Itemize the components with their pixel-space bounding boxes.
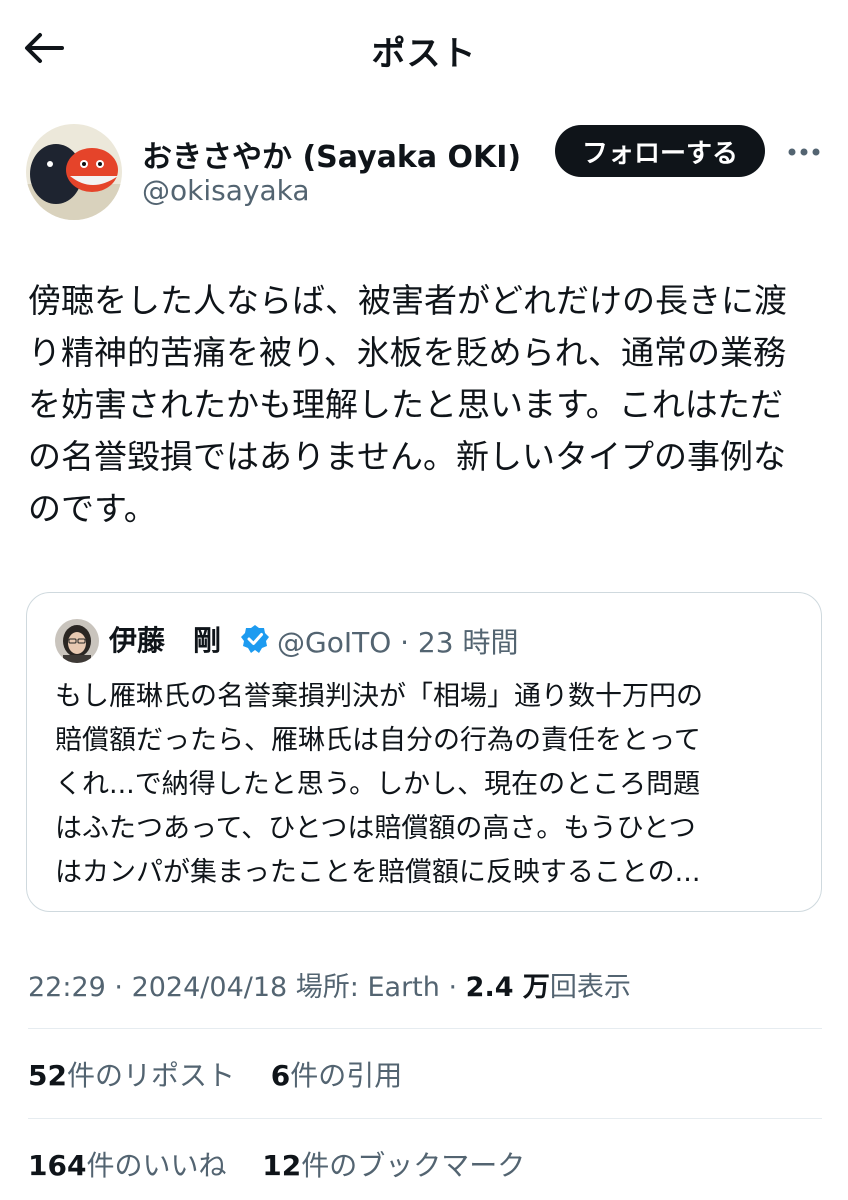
quote-author-name: 伊藤 剛 (109, 624, 222, 657)
top-bar: ポスト (0, 0, 848, 100)
quotes-count: 6 (270, 1059, 291, 1092)
author-name[interactable]: おきさやか (Sayaka OKI) (142, 132, 521, 176)
post-line: 傍聴をした人ならば、被害者がどれだけの長きに渡 (28, 281, 787, 320)
reposts-link[interactable]: 52件のリポスト (28, 1059, 235, 1092)
post-detail-page: ポスト おきさやか (Sayaka OKI) @okisayaka フォローする… (0, 0, 848, 1200)
quote-line: はカンパが集まったことを賠償額に反映することの... (55, 857, 701, 888)
quotes-link[interactable]: 6件の引用 (271, 1059, 403, 1092)
likes-count: 164 (28, 1149, 87, 1182)
bookmarks-link[interactable]: 12件のブックマーク (262, 1149, 525, 1182)
quote-line: もし雁琳氏の名誉棄損判決が「相場」通り数十万円の (55, 681, 703, 712)
quote-body: もし雁琳氏の名誉棄損判決が「相場」通り数十万円の 賠償額だったら、雁琳氏は自分の… (55, 675, 795, 895)
more-options-button[interactable] (784, 132, 824, 172)
post-time[interactable]: 22:29 (28, 972, 106, 1003)
quote-handle-time: @GoITO · 23 時間 (277, 626, 519, 659)
views-label: 回表示 (549, 972, 631, 1003)
bookmarks-label: 件のブックマーク (301, 1149, 526, 1182)
like-stats: 164件のいいね 12件のブックマーク (28, 1144, 525, 1184)
views-count: 2.4 万 (465, 972, 550, 1003)
reposts-count: 52 (28, 1059, 67, 1092)
quote-line: はふたつあって、ひとつは賠償額の高さ。もうひとつ (55, 813, 696, 844)
repost-stats: 52件のリポスト 6件の引用 (28, 1054, 402, 1094)
quote-avatar-image (55, 619, 99, 663)
quote-line: くれ...で納得したと思う。しかし、現在のところ問題 (55, 769, 701, 800)
page-title: ポスト (371, 34, 477, 74)
likes-label: 件のいいね (86, 1149, 227, 1182)
separator: · (448, 972, 466, 1003)
post-meta: 22:29 · 2024/04/18 場所: Earth · 2.4 万回表示 (28, 965, 631, 1004)
bookmarks-count: 12 (262, 1149, 302, 1182)
avatar-image (26, 124, 122, 220)
post-line: の名誉毀損ではありません。新しいタイプの事例な (28, 437, 787, 476)
more-dots-icon (788, 148, 820, 156)
likes-link[interactable]: 164件のいいね (28, 1149, 226, 1182)
author-handle[interactable]: @okisayaka (142, 174, 309, 207)
reposts-label: 件のリポスト (66, 1059, 235, 1092)
author-avatar[interactable] (26, 124, 122, 220)
divider (28, 1118, 822, 1119)
verified-badge-icon (241, 625, 269, 653)
divider (28, 1028, 822, 1029)
separator: · (114, 972, 132, 1003)
quotes-label: 件の引用 (290, 1059, 403, 1092)
post-line: り精神的苦痛を被り、氷板を貶められ、通常の業務 (28, 333, 787, 372)
quote-author-avatar[interactable] (55, 619, 99, 663)
quoted-post[interactable]: 伊藤 剛 @GoITO · 23 時間 もし雁琳氏の名誉棄損判決が「相場」通り数… (26, 592, 822, 912)
post-body: 傍聴をした人ならば、被害者がどれだけの長きに渡 り精神的苦痛を被り、氷板を貶めら… (28, 275, 828, 535)
post-location: 場所: Earth (295, 972, 440, 1003)
quote-line: 賠償額だったら、雁琳氏は自分の行為の責任をとって (55, 725, 701, 756)
post-line: を妨害されたかも理解したと思います。これはただ (28, 385, 784, 424)
post-date[interactable]: 2024/04/18 (132, 972, 288, 1003)
post-line: のです。 (28, 489, 157, 528)
follow-button[interactable]: フォローする (555, 125, 765, 177)
